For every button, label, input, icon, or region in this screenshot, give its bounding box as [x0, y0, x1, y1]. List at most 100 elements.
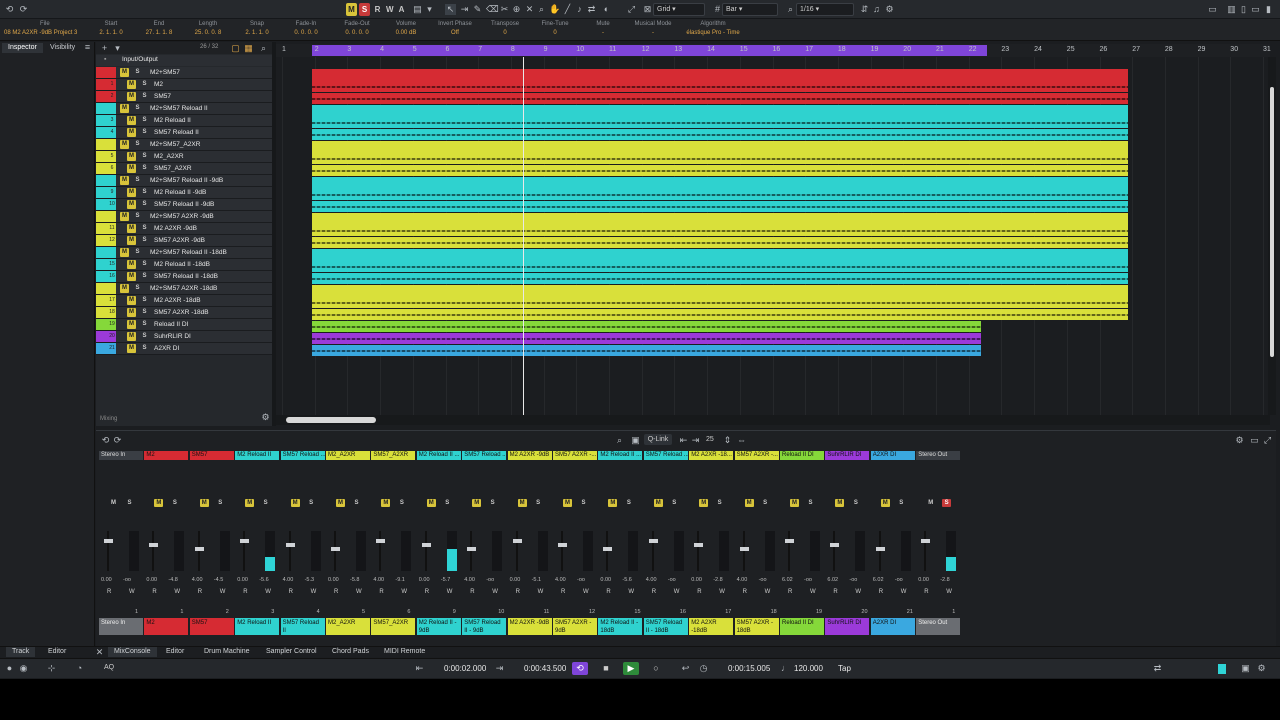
track-row[interactable]: 5 M S M2_A2XR: [96, 151, 272, 163]
mute-button[interactable]: M: [127, 296, 136, 305]
track-row[interactable]: 18 M S SM57 A2XR -18dB: [96, 307, 272, 319]
channel-strip[interactable]: M2 A2XR -18... M S 0.00 -2.8 R W 17 M2 A2XR -18d…: [689, 451, 734, 636]
qlink-button[interactable]: Q-Link: [644, 434, 672, 445]
audio-event[interactable]: [312, 321, 981, 332]
read-button[interactable]: R: [924, 589, 928, 595]
channel-strip[interactable]: M2 Reload II M S 0.00 -5.6 R W 3 M2 Reload II: [235, 451, 280, 636]
solo-button[interactable]: S: [133, 176, 142, 185]
audio-event[interactable]: [312, 177, 1128, 189]
channel-strip[interactable]: M2_A2XR M S 0.00 -5.8 R W 5 M2_A2XR: [326, 451, 371, 636]
snap-type-select[interactable]: Grid ▾: [653, 3, 705, 16]
channel-strip[interactable]: M2 A2XR -9dB M S 0.00 -5.1 R W 11 M2 A2XR -9dB: [507, 451, 553, 636]
channel-strip[interactable]: Reload II DI M S 6.02 -oo R W 19 Reload II DI: [780, 451, 825, 636]
tab-editor[interactable]: Editor: [160, 647, 190, 657]
fader-track[interactable]: [288, 531, 291, 571]
solo-button[interactable]: S: [133, 140, 142, 149]
channel-footer-name[interactable]: M2 A2XR -18dB: [689, 618, 734, 635]
solo-button[interactable]: S: [133, 248, 142, 257]
channel-strip[interactable]: M2 Reload II ... M S 0.00 -5.6 R W 15 M2 Reload …: [598, 451, 643, 636]
channel-strip[interactable]: Stereo Out M S 0.00 -2.8 R W 1 Stereo Out: [916, 451, 961, 636]
volume-value[interactable]: 0.00: [146, 577, 157, 583]
pan-value[interactable]: -2.8: [940, 577, 949, 583]
fader-cap[interactable]: [558, 543, 567, 547]
write-button[interactable]: W: [311, 589, 317, 595]
channel-footer-name[interactable]: SM57: [189, 618, 234, 635]
channel-strip[interactable]: M2 M S 0.00 -4.8 R W 1 M2: [144, 451, 189, 636]
track-row[interactable]: M S M2+SM57 Reload II -18dB: [96, 247, 272, 259]
read-button[interactable]: R: [561, 589, 565, 595]
info-algorithm[interactable]: Algorithm élastique Pro - Time: [684, 21, 742, 36]
channel-footer-name[interactable]: A2XR DI: [870, 618, 915, 635]
mute-button[interactable]: M: [127, 332, 136, 341]
write-button[interactable]: W: [719, 589, 725, 595]
info-mute[interactable]: Mute -: [588, 21, 618, 36]
channel-name[interactable]: Stereo In: [99, 451, 143, 460]
read-button[interactable]: R: [334, 589, 338, 595]
return-icon[interactable]: ↩: [680, 663, 691, 674]
arrow-dropdown-icon[interactable]: ▾: [424, 4, 435, 15]
horizontal-scrollbar[interactable]: [276, 415, 1270, 425]
fader-cap[interactable]: [739, 547, 749, 551]
channel-name[interactable]: M2 Reload II ...: [416, 451, 461, 460]
fader-cap[interactable]: [694, 543, 704, 547]
mute-button[interactable]: M: [336, 499, 345, 507]
track-row[interactable]: 11 M S M2 A2XR -9dB: [96, 223, 272, 235]
track-color[interactable]: [96, 307, 108, 318]
punch-icon[interactable]: ◉: [18, 663, 29, 674]
fader-track[interactable]: [924, 531, 927, 571]
write-button[interactable]: W: [628, 589, 634, 595]
audio-event[interactable]: [312, 345, 981, 356]
channel-arrange-icon[interactable]: ⇔: [736, 435, 747, 446]
solo-button[interactable]: S: [140, 272, 149, 281]
mute-button[interactable]: M: [127, 188, 136, 197]
volume-value[interactable]: 4.00: [646, 577, 657, 583]
mute-button[interactable]: M: [563, 499, 572, 507]
settings-icon[interactable]: ⚙: [1234, 435, 1245, 446]
track-color[interactable]: [96, 199, 108, 210]
track-color[interactable]: [96, 103, 108, 114]
redo-icon[interactable]: ⟳: [18, 4, 29, 15]
track-color[interactable]: [96, 235, 108, 246]
fader-track[interactable]: [742, 531, 745, 571]
tab-mixconsole[interactable]: MixConsole: [108, 647, 157, 657]
pointer-tool-icon[interactable]: ↖: [445, 4, 456, 15]
fader-cap[interactable]: [104, 539, 113, 543]
track-color[interactable]: [96, 175, 108, 186]
volume-value[interactable]: 0.00: [101, 577, 112, 583]
info-length[interactable]: Length 25. 0. 0. 8: [193, 21, 223, 36]
play-tool-icon[interactable]: ♪: [574, 4, 585, 15]
undo-icon[interactable]: ⟲: [4, 4, 15, 15]
maximize-icon[interactable]: ⤢: [1262, 435, 1273, 446]
write-button[interactable]: W: [447, 589, 453, 595]
tab-drum-machine[interactable]: Drum Machine: [198, 647, 256, 657]
mute-button[interactable]: M: [127, 308, 136, 317]
channel-footer-name[interactable]: Stereo Out: [916, 618, 961, 635]
undo-icon[interactable]: ⟲: [100, 435, 111, 446]
audio-event[interactable]: [312, 309, 1128, 320]
mute-button[interactable]: M: [127, 152, 136, 161]
right-locator-icon[interactable]: ⇥: [494, 663, 505, 674]
add-track-icon[interactable]: +: [99, 43, 110, 54]
fader-track[interactable]: [788, 531, 790, 571]
info-fine-tune[interactable]: Fine-Tune 0: [538, 21, 572, 36]
channel-prev-icon[interactable]: ⇤: [678, 435, 689, 446]
automation-button[interactable]: A: [396, 3, 407, 16]
fader-track[interactable]: [107, 531, 109, 571]
mute-button[interactable]: M: [120, 140, 129, 149]
solo-button[interactable]: S: [397, 499, 406, 507]
track-color[interactable]: [96, 247, 108, 258]
left-zone-icon[interactable]: ▯: [1238, 4, 1249, 15]
volume-value[interactable]: 4.00: [283, 577, 294, 583]
channel-name[interactable]: SM57 Reload ...: [643, 451, 688, 460]
pan-value[interactable]: -5.3: [305, 577, 314, 583]
channel-strip[interactable]: SM57 Reload ... M S 4.00 -5.3 R W 4 SM57 Reload …: [280, 451, 326, 636]
pan-value[interactable]: -5.6: [622, 577, 631, 583]
channel-name[interactable]: SM57 A2XR -...: [553, 451, 597, 460]
track-color[interactable]: [96, 91, 108, 102]
read-button[interactable]: R: [652, 589, 656, 595]
split-tool-icon[interactable]: ✂: [499, 4, 510, 15]
solo-button[interactable]: S: [140, 320, 149, 329]
tab-editor-left[interactable]: Editor: [42, 647, 72, 657]
channel-footer-name[interactable]: SM57 A2XR - 9dB: [553, 618, 597, 635]
volume-value[interactable]: 4.00: [373, 577, 384, 583]
